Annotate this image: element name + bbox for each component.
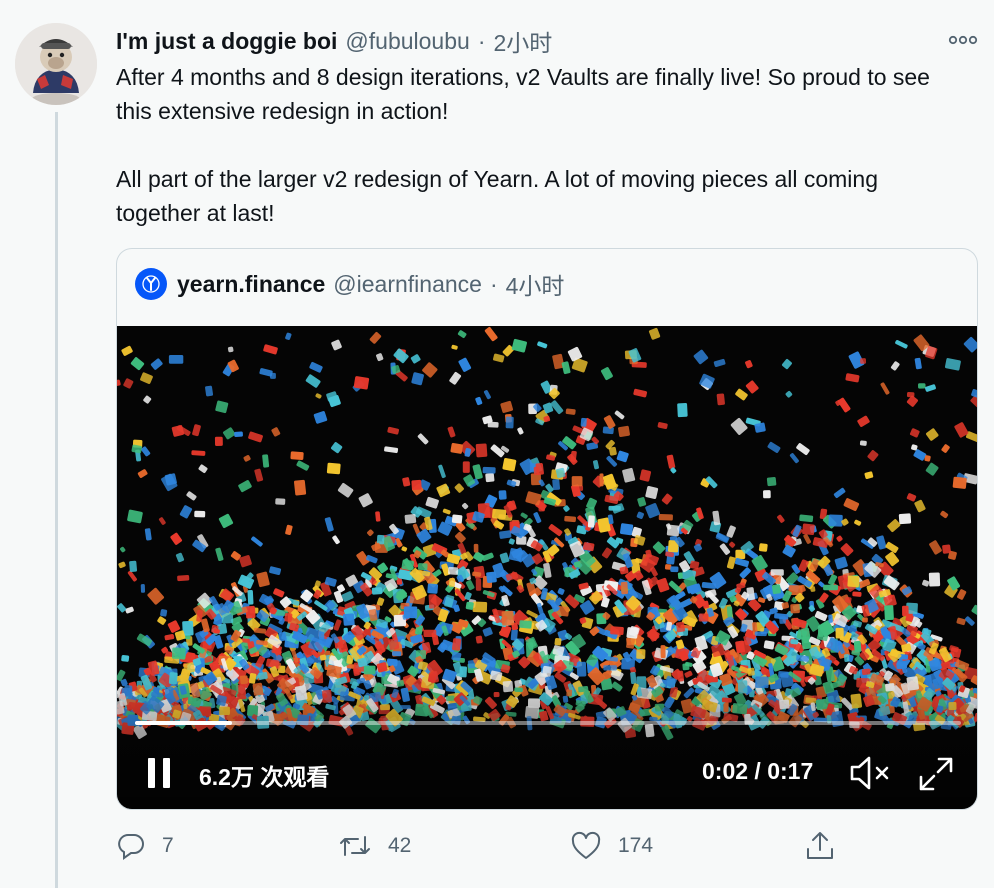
separator-dot: ·: [477, 27, 486, 54]
tweet-header: I'm just a doggie boi @fubuloubu · 2小时: [116, 24, 552, 58]
video-frame: [117, 326, 977, 809]
mute-button[interactable]: [849, 755, 893, 791]
yearn-logo-icon[interactable]: [135, 268, 167, 300]
pause-icon: [148, 758, 170, 788]
more-horizontal-icon: [948, 35, 978, 45]
video-controls: 6.2万 次观看 0:02 / 0:17: [117, 741, 977, 807]
timestamp[interactable]: 2小时: [493, 24, 552, 58]
reply-count: 7: [162, 834, 174, 857]
display-name[interactable]: I'm just a doggie boi: [116, 28, 337, 55]
video-player[interactable]: 6.2万 次观看 0:02 / 0:17: [117, 326, 977, 809]
tweet-actions: 7 42 174: [116, 826, 856, 866]
tweet-paragraph: All part of the larger v2 redesign of Ye…: [116, 166, 878, 226]
share-button[interactable]: [804, 826, 852, 866]
quoted-user-handle[interactable]: @iearnfinance: [333, 271, 482, 298]
view-count: 6.2万 次观看: [199, 764, 330, 790]
heart-icon: [571, 831, 601, 859]
reply-button[interactable]: 7: [116, 826, 174, 866]
tweet-paragraph: After 4 months and 8 design iterations, …: [116, 64, 930, 124]
video-progress-fill: [135, 721, 232, 725]
fullscreen-button[interactable]: [917, 755, 955, 793]
retweet-count: 42: [388, 834, 412, 857]
thread-connector-line: [55, 112, 58, 888]
video-progress-bar[interactable]: [135, 721, 961, 725]
quoted-tweet-header: yearn.finance @iearnfinance · 4小时: [135, 267, 564, 301]
quoted-timestamp[interactable]: 4小时: [506, 267, 565, 301]
user-handle[interactable]: @fubuloubu: [345, 28, 469, 55]
more-options-button[interactable]: [946, 30, 980, 50]
dog-avatar-icon: [15, 23, 97, 105]
like-button[interactable]: 174: [570, 826, 653, 866]
retweet-button[interactable]: 42: [338, 826, 411, 866]
tweet-text: After 4 months and 8 design iterations, …: [116, 60, 966, 230]
retweet-icon: [340, 836, 370, 856]
quoted-tweet-card[interactable]: yearn.finance @iearnfinance · 4小时 6.2万 次…: [116, 248, 978, 810]
share-icon: [807, 832, 833, 859]
separator-dot: ·: [489, 270, 498, 297]
video-time: 0:02 / 0:17: [702, 758, 814, 784]
fullscreen-icon: [919, 757, 953, 791]
pause-button[interactable]: [145, 757, 173, 789]
mute-icon: [850, 756, 889, 790]
quoted-display-name[interactable]: yearn.finance: [177, 271, 325, 298]
like-count: 174: [618, 834, 654, 857]
reply-icon: [118, 834, 144, 860]
avatar[interactable]: [15, 23, 97, 105]
